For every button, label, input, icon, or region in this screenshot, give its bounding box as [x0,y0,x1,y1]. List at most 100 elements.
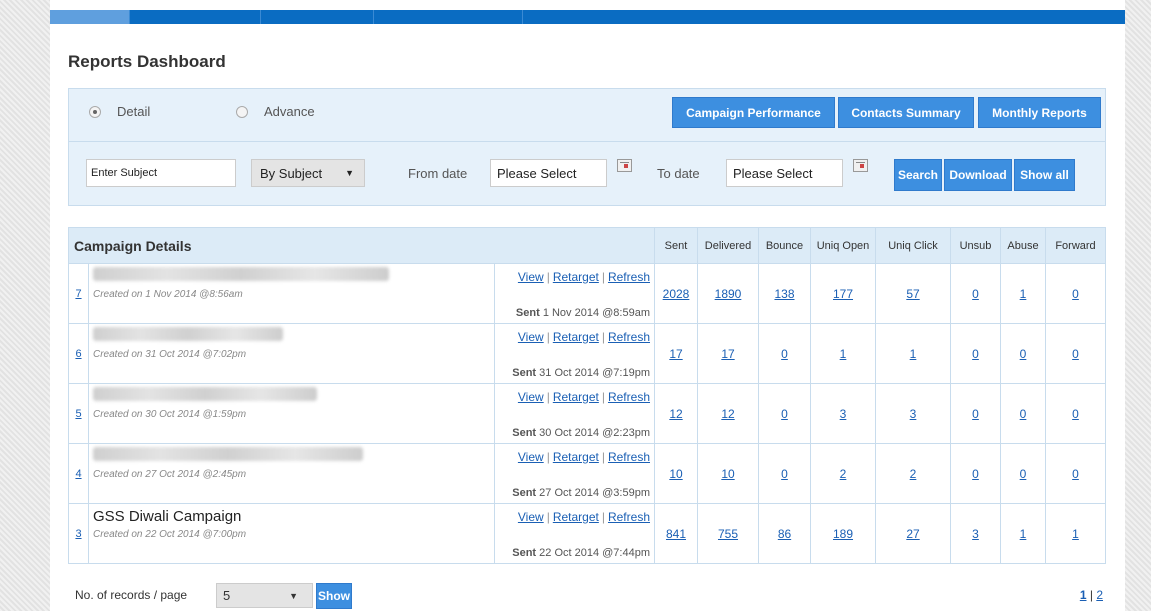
calendar-icon[interactable] [617,159,632,172]
col-uniq-open: Uniq Open [810,227,876,264]
stat-unsub-link[interactable]: 3 [972,527,979,541]
stat-uniq-open-link[interactable]: 1 [840,347,847,361]
stat-abuse-link[interactable]: 0 [1020,467,1027,481]
campaign-id-link[interactable]: 5 [75,408,81,420]
link-separator: | [546,390,550,404]
page-link-2[interactable]: 2 [1096,588,1103,602]
view-link[interactable]: View [518,390,544,404]
stat-sent-link[interactable]: 12 [669,407,682,421]
stat-sent-link[interactable]: 10 [669,467,682,481]
download-button[interactable]: Download [944,159,1012,191]
refresh-link[interactable]: Refresh [608,510,650,524]
stat-uniq-click-link[interactable]: 3 [910,407,917,421]
stat-sent-cell: 17 [654,323,698,384]
campaign-id-link[interactable]: 6 [75,348,81,360]
stat-forward-link[interactable]: 1 [1072,527,1079,541]
stat-sent-link[interactable]: 841 [666,527,686,541]
by-subject-select[interactable]: By Subject ▼ [251,159,365,187]
stat-sent-link[interactable]: 2028 [663,287,690,301]
retarget-link[interactable]: Retarget [553,390,599,404]
calendar-icon[interactable] [853,159,868,172]
stat-abuse-link[interactable]: 1 [1020,287,1027,301]
stat-bounce-link[interactable]: 0 [781,467,788,481]
campaign-id-link[interactable]: 3 [75,528,81,540]
link-separator: | [546,330,550,344]
stat-abuse-link[interactable]: 1 [1020,527,1027,541]
table-row: 7 Created on 1 Nov 2014 @8:56am View | Retar… [68,263,1106,324]
stat-forward-cell: 0 [1045,443,1106,504]
nav-tab-4[interactable] [374,10,523,24]
refresh-link[interactable]: Refresh [608,450,650,464]
retarget-link[interactable]: Retarget [553,450,599,464]
redacted-campaign-name [93,387,317,401]
nav-tab-2[interactable] [130,10,261,24]
stat-delivered-link[interactable]: 17 [721,347,734,361]
stat-bounce-link[interactable]: 0 [781,407,788,421]
stat-uniq-open-link[interactable]: 3 [840,407,847,421]
retarget-link[interactable]: Retarget [553,330,599,344]
show-all-button[interactable]: Show all [1014,159,1075,191]
stat-sent-cell: 841 [654,503,698,564]
records-per-page-select[interactable]: 5 ▼ [216,583,313,608]
retarget-link[interactable]: Retarget [553,270,599,284]
contacts-summary-button[interactable]: Contacts Summary [838,97,974,128]
retarget-link[interactable]: Retarget [553,510,599,524]
stat-delivered-link[interactable]: 10 [721,467,734,481]
stat-forward-link[interactable]: 0 [1072,407,1079,421]
show-button[interactable]: Show [316,583,352,609]
campaign-id-link[interactable]: 7 [75,288,81,300]
created-date: Created on 27 Oct 2014 @2:45pm [93,469,247,480]
view-link[interactable]: View [518,330,544,344]
refresh-link[interactable]: Refresh [608,330,650,344]
stat-unsub-link[interactable]: 0 [972,467,979,481]
stat-bounce-link[interactable]: 0 [781,347,788,361]
stat-uniq-click-link[interactable]: 57 [906,287,919,301]
stat-unsub-link[interactable]: 0 [972,407,979,421]
stat-delivered-link[interactable]: 12 [721,407,734,421]
row-id-cell: 5 [68,383,89,444]
from-date-input[interactable]: Please Select [490,159,607,187]
subject-input[interactable]: Enter Subject [86,159,236,187]
records-per-page-value: 5 [223,588,231,603]
stat-abuse-link[interactable]: 0 [1020,407,1027,421]
stat-uniq-click-link[interactable]: 1 [910,347,917,361]
stat-unsub-link[interactable]: 0 [972,287,979,301]
refresh-link[interactable]: Refresh [608,270,650,284]
campaign-performance-button[interactable]: Campaign Performance [672,97,835,128]
link-separator: | [601,330,605,344]
view-link[interactable]: View [518,510,544,524]
stat-delivered-link[interactable]: 755 [718,527,738,541]
stat-uniq-open-cell: 1 [810,323,876,384]
search-button[interactable]: Search [894,159,942,191]
stat-abuse-cell: 1 [1000,263,1046,324]
stat-uniq-open-link[interactable]: 177 [833,287,853,301]
nav-tab-1[interactable] [50,10,130,24]
campaign-details-table: Campaign Details Sent Delivered Bounce U… [68,227,1106,564]
to-date-input[interactable]: Please Select [726,159,843,187]
stat-uniq-click-link[interactable]: 2 [910,467,917,481]
campaign-id-link[interactable]: 4 [75,468,81,480]
stat-delivered-cell: 12 [697,383,759,444]
nav-tab-3[interactable] [261,10,374,24]
link-separator: | [546,510,550,524]
stat-bounce-link[interactable]: 86 [778,527,791,541]
stat-unsub-link[interactable]: 0 [972,347,979,361]
stat-uniq-open-link[interactable]: 189 [833,527,853,541]
stat-sent-link[interactable]: 17 [669,347,682,361]
stat-delivered-link[interactable]: 1890 [715,287,742,301]
sent-prefix: Sent [512,367,537,379]
stat-bounce-link[interactable]: 138 [774,287,794,301]
mode-detail-radio[interactable]: Detail [89,104,150,119]
mode-advance-radio[interactable]: Advance [236,104,315,119]
refresh-link[interactable]: Refresh [608,390,650,404]
view-link[interactable]: View [518,450,544,464]
monthly-reports-button[interactable]: Monthly Reports [978,97,1101,128]
view-link[interactable]: View [518,270,544,284]
stat-forward-link[interactable]: 0 [1072,467,1079,481]
stat-forward-link[interactable]: 0 [1072,347,1079,361]
stat-uniq-open-link[interactable]: 2 [840,467,847,481]
stat-abuse-link[interactable]: 0 [1020,347,1027,361]
stat-uniq-click-link[interactable]: 27 [906,527,919,541]
stat-forward-link[interactable]: 0 [1072,287,1079,301]
page-link-1[interactable]: 1 [1080,588,1087,602]
